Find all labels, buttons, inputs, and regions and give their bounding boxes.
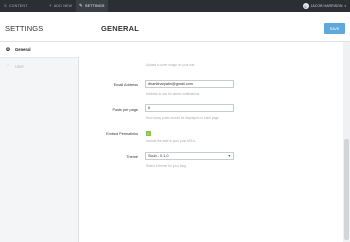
nav-add-new[interactable]: + ADD NEW bbox=[49, 0, 72, 12]
sidebar-item-label: User bbox=[15, 63, 24, 69]
plus-icon: + bbox=[49, 2, 52, 8]
theme-label: Theme bbox=[126, 155, 138, 159]
sidebar-item-general[interactable]: ⚙ General bbox=[0, 42, 79, 58]
main-header: GENERAL SAVE bbox=[79, 12, 350, 42]
nav-settings[interactable]: ✎ SETTINGS bbox=[76, 0, 108, 12]
sidebar-title: SETTINGS bbox=[0, 12, 79, 42]
email-field[interactable]: dhankharyatin@gmail.com bbox=[145, 80, 234, 88]
settings-sidebar: SETTINGS ⚙ General ◦ User bbox=[0, 12, 79, 242]
settings-form bbox=[79, 42, 343, 242]
permalinks-label: Embed Permalinks bbox=[106, 132, 138, 136]
permalinks-help-text: Include the date in your post URLs. bbox=[146, 139, 196, 143]
nav-content[interactable]: ≡ CONTENT bbox=[4, 0, 28, 12]
gear-icon: ⚙ bbox=[5, 46, 11, 53]
chevron-down-icon: ▾ bbox=[344, 4, 346, 8]
save-button[interactable]: SAVE bbox=[324, 23, 345, 34]
list-icon: ≡ bbox=[4, 2, 7, 8]
wrench-icon: ✎ bbox=[79, 2, 83, 8]
posts-per-page-label: Posts per page bbox=[112, 108, 138, 112]
email-help-text: Address to use for admin notifications. bbox=[146, 92, 201, 96]
email-label: Email Address bbox=[113, 83, 138, 87]
sidebar-item-user[interactable]: ◦ User bbox=[0, 58, 79, 74]
chevron-down-icon: ▼ bbox=[227, 154, 231, 158]
user-icon: ◦ bbox=[7, 63, 9, 69]
permalinks-checkbox[interactable]: ✓ bbox=[146, 131, 151, 136]
scrollbar-thumb[interactable] bbox=[344, 139, 349, 240]
cover-help-text: Upload a cover image on your site. bbox=[146, 63, 196, 67]
posts-help-text: How many posts should be displayed on ea… bbox=[146, 116, 220, 120]
posts-per-page-field[interactable]: 6 bbox=[145, 104, 234, 112]
theme-select[interactable]: Scub - 0.1.0 ▼ bbox=[145, 152, 234, 160]
nav-add-new-label: ADD NEW bbox=[53, 4, 73, 8]
page-title: GENERAL bbox=[101, 24, 140, 33]
nav-settings-label: SETTINGS bbox=[84, 4, 105, 8]
user-menu[interactable]: ☺ JACOB HARRISON ▾ bbox=[302, 0, 346, 12]
avatar: ☺ bbox=[302, 3, 309, 9]
sidebar-item-label: General bbox=[15, 47, 31, 52]
top-bar: ≡ CONTENT + ADD NEW ✎ SETTINGS ☺ JACOB H… bbox=[0, 0, 350, 12]
nav-content-label: CONTENT bbox=[8, 4, 28, 8]
theme-help-text: Select a theme for your blog. bbox=[146, 164, 187, 168]
theme-select-value: Scub - 0.1.0 bbox=[148, 154, 169, 158]
user-name: JACOB HARRISON bbox=[310, 4, 343, 8]
